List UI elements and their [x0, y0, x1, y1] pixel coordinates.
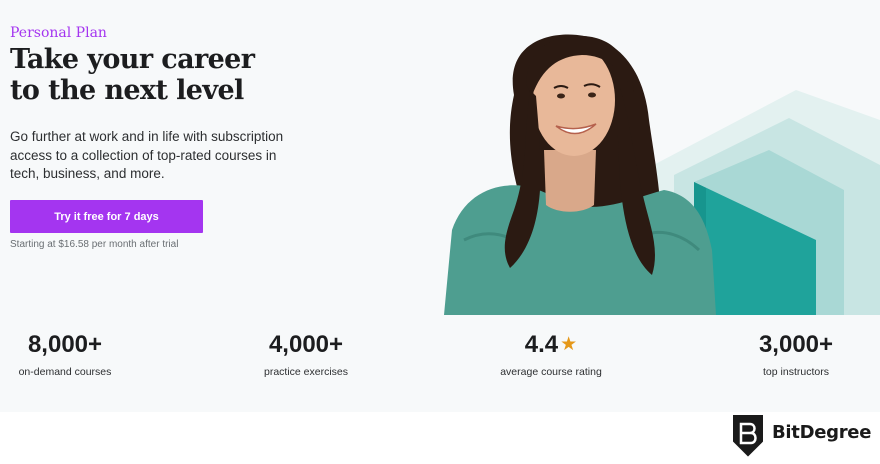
stat-label: top instructors — [763, 366, 829, 378]
star-icon: ★ — [560, 334, 578, 355]
free-trial-button[interactable]: Try it free for 7 days — [10, 200, 203, 233]
stat-label: average course rating — [500, 366, 602, 378]
stat-courses: 8,000+ on-demand courses — [0, 330, 155, 378]
stats-row: 8,000+ on-demand courses 4,000+ practice… — [0, 330, 880, 400]
bitdegree-wordmark: BitDegree — [772, 422, 872, 443]
stat-label: on-demand courses — [18, 366, 112, 378]
stat-instructors: 3,000+ top instructors — [706, 330, 880, 378]
stat-value: 4,000+ — [268, 331, 344, 358]
bitdegree-shield-icon — [731, 413, 765, 460]
hero-illustration — [444, 0, 880, 315]
stat-value: 8,000+ — [27, 331, 103, 358]
stat-exercises: 4,000+ practice exercises — [216, 330, 396, 378]
hero-image — [444, 34, 880, 315]
plan-eyebrow: Personal Plan — [10, 25, 107, 41]
rating-value: 4.4 — [524, 331, 559, 358]
bitdegree-watermark: BitDegree — [730, 412, 880, 460]
stat-value: 3,000+ — [758, 331, 834, 358]
page-title: Take your career to the next level — [10, 44, 255, 106]
stat-rating: 4.4 ★ average course rating — [461, 330, 641, 378]
pricing-note: Starting at $16.58 per month after trial — [10, 239, 179, 250]
stat-label: practice exercises — [263, 366, 349, 378]
stat-value-wrap: 4.4 ★ — [461, 330, 641, 360]
hero-description: Go further at work and in life with subs… — [10, 129, 284, 181]
